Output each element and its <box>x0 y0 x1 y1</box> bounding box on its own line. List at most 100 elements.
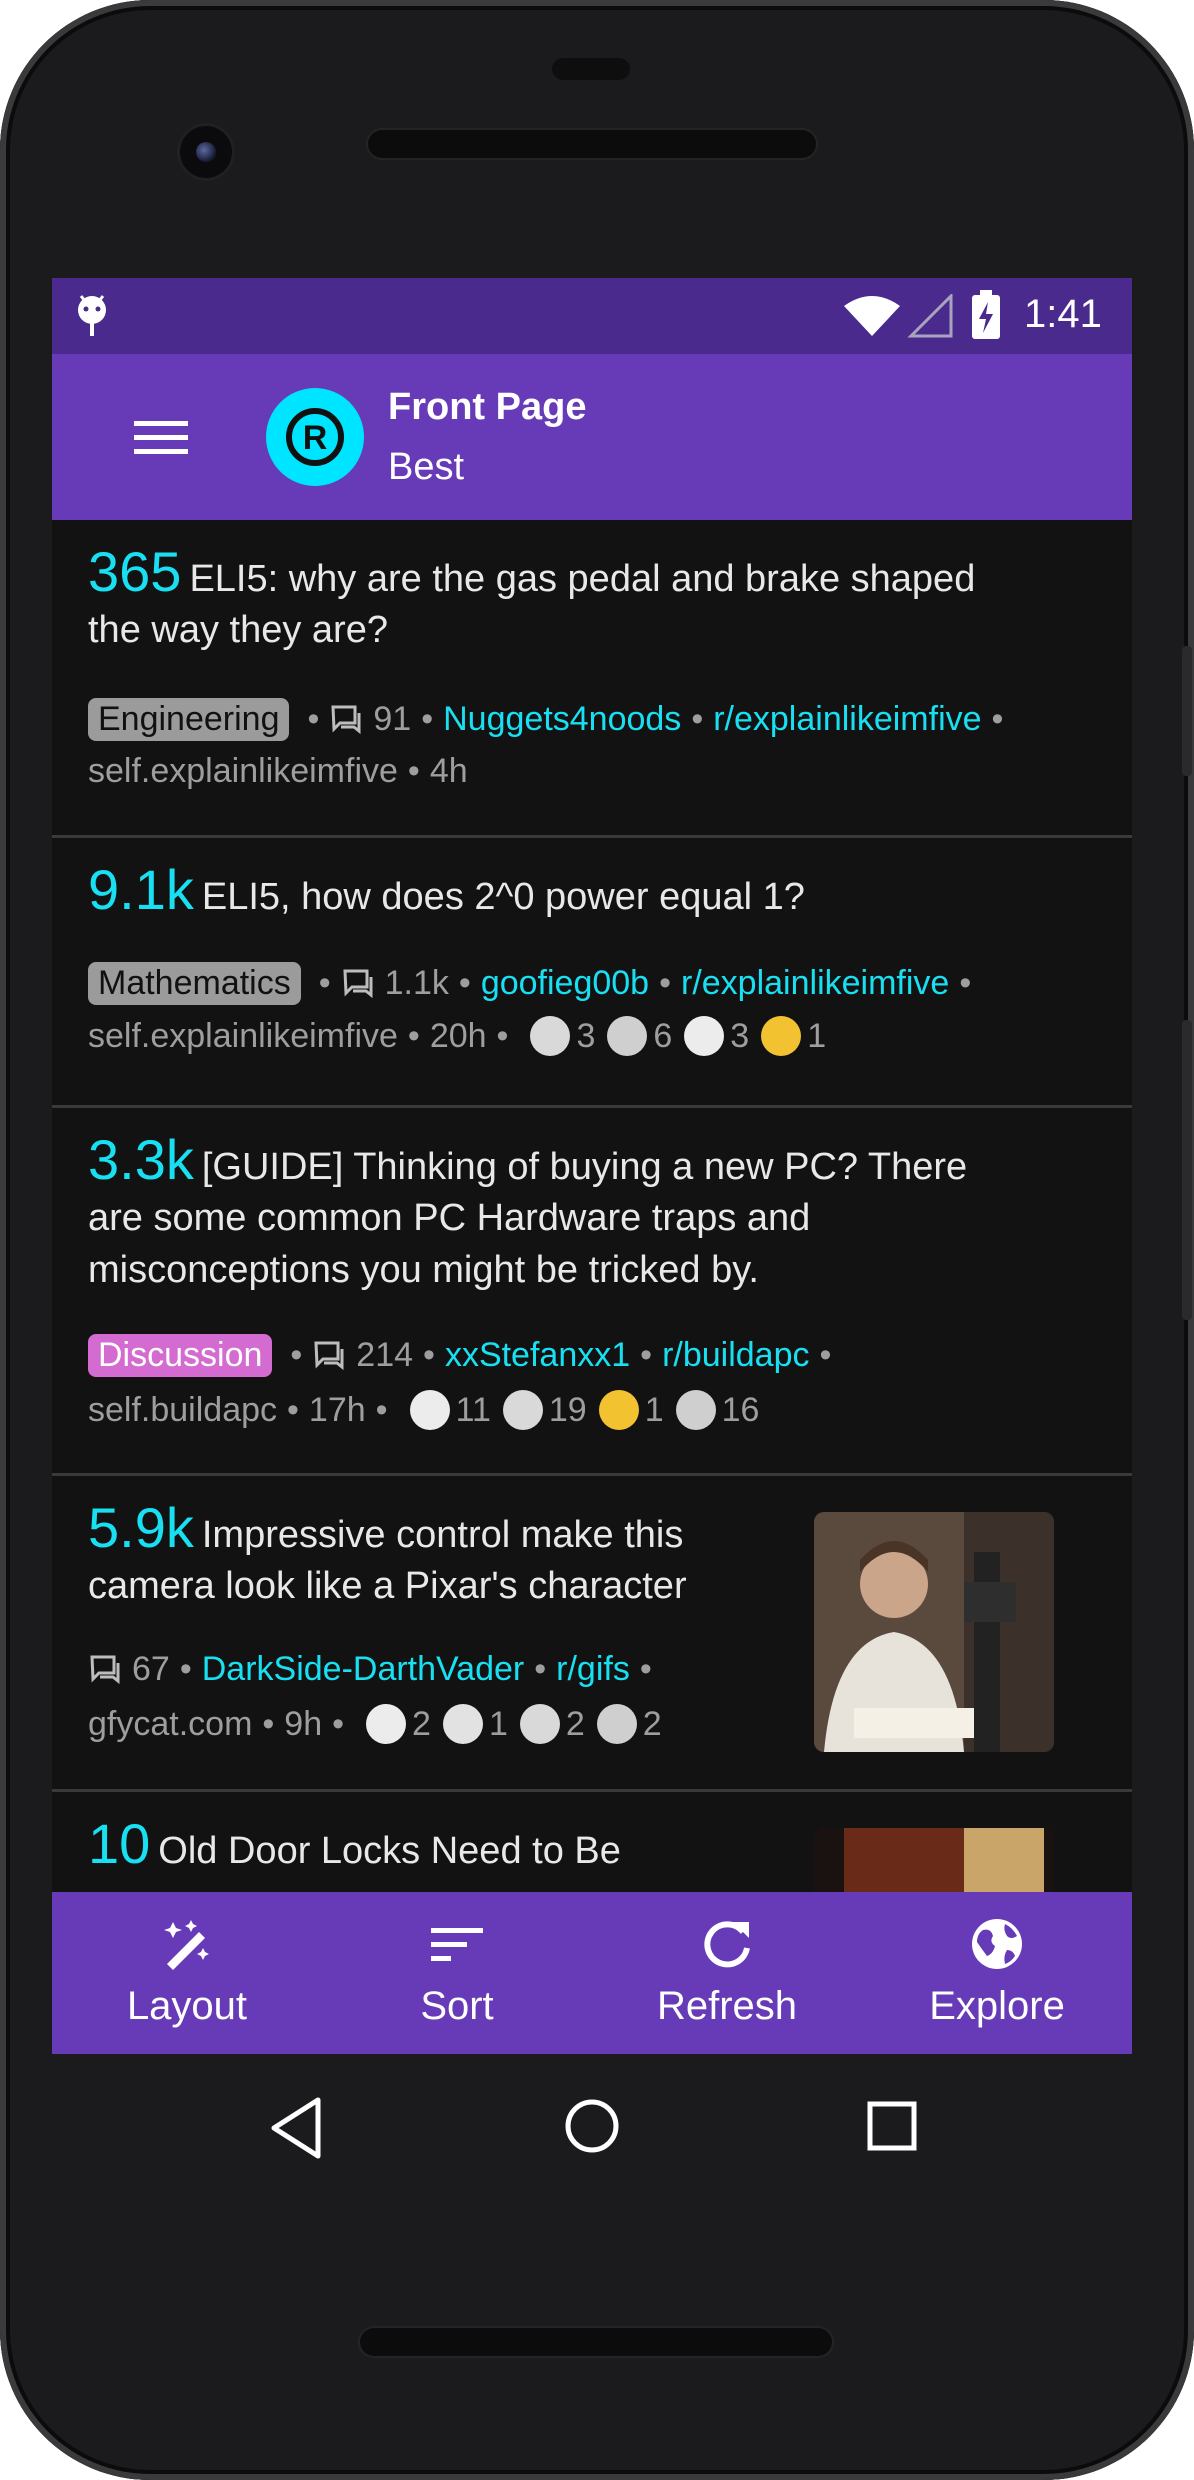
flair-badge: Mathematics <box>88 962 301 1005</box>
post-title-line-1[interactable]: 5.9k Impressive control make this <box>88 1500 684 1561</box>
nav-sort-button[interactable]: Sort <box>322 1892 592 2054</box>
post-domain[interactable]: self.explainlikeimfive <box>88 1017 398 1056</box>
comments-icon <box>343 969 373 998</box>
post-item[interactable]: 3.3k [GUIDE] Thinking of buying a new PC?… <box>52 1108 1132 1476</box>
wholesome-award-icon <box>409 1390 450 1430</box>
post-meta-line-2: gfycat.com • 9h • 2 1 2 2 <box>88 1704 662 1744</box>
post-title-line-1[interactable]: 3.3k [GUIDE] Thinking of buying a new PC?… <box>88 1132 968 1193</box>
award: 2 <box>596 1704 662 1744</box>
post-title: ELI5: why are the gas pedal and brake sh… <box>189 558 976 600</box>
app-logo[interactable]: R <box>266 388 364 486</box>
post-title-line-1[interactable]: 365 ELI5: why are the gas pedal and brake… <box>88 544 976 605</box>
home-icon[interactable] <box>562 2096 622 2156</box>
wand-icon <box>164 1920 209 1970</box>
post-title-line-2[interactable]: camera look like a Pixar's character <box>88 1560 687 1612</box>
nav-refresh-label: Refresh <box>656 1984 798 2028</box>
post-title-line-3[interactable]: misconceptions you might be tricked by. <box>88 1244 759 1296</box>
nav-explore-label: Explore <box>929 1984 1065 2028</box>
award: 11 <box>409 1390 491 1430</box>
post-subreddit[interactable]: r/explainlikeimfive <box>713 700 981 739</box>
post-feed[interactable]: 365 ELI5: why are the gas pedal and brake… <box>52 520 1132 1892</box>
sort-icon <box>431 1928 483 1961</box>
screen: 1:41 R Front Page Best 365ELI5: why are <box>52 278 1132 2054</box>
bottom-navigation: Layout Sort Refresh Explore <box>52 1892 1132 2054</box>
post-item[interactable]: 5.9k Impressive control make this camera … <box>52 1476 1132 1792</box>
post-author[interactable]: xxStefanxx1 <box>445 1336 630 1375</box>
post-author[interactable]: Nuggets4noods <box>443 700 681 739</box>
snoo-award-icon <box>442 1704 483 1744</box>
comment-count[interactable]: 1.1k <box>385 964 449 1003</box>
separator: • <box>307 700 320 738</box>
post-meta: 67 • DarkSide-DarthVader • r/gifs • <box>88 1650 662 1689</box>
post-title: [GUIDE] Thinking of buying a new PC? The… <box>201 1146 968 1188</box>
comments-icon <box>331 705 361 734</box>
recent-apps-icon[interactable] <box>866 2100 918 2152</box>
post-meta-line-2: self.explainlikeimfive • 4h <box>88 752 468 791</box>
globe-icon <box>972 1919 1022 1969</box>
app-bar: R Front Page Best <box>52 354 1132 520</box>
award: 1 <box>442 1704 508 1744</box>
nav-layout-button[interactable]: Layout <box>52 1892 322 2054</box>
award: 1 <box>761 1016 826 1056</box>
nav-explore-button[interactable]: Explore <box>862 1892 1132 2054</box>
sort-subtitle: Best <box>388 446 465 488</box>
battery-charging-icon <box>972 290 1000 339</box>
hamburger-menu-icon[interactable] <box>132 407 192 467</box>
post-title: Impressive control make this <box>201 1514 684 1556</box>
volume-button <box>1182 1020 1192 1320</box>
thumbnail-image <box>814 1828 1054 1892</box>
power-button <box>1182 646 1192 776</box>
post-title-line-2[interactable]: are some common PC Hardware traps and <box>88 1192 810 1244</box>
post-subreddit[interactable]: r/explainlikeimfive <box>681 964 949 1003</box>
post-subreddit[interactable]: r/gifs <box>556 1650 630 1689</box>
comment-count[interactable]: 91 <box>373 700 411 739</box>
post-item[interactable]: 10 Old Door Locks Need to Be <box>52 1792 1132 1892</box>
post-author[interactable]: DarkSide-DarthVader <box>202 1650 525 1689</box>
post-meta: Discussion • 214 • xxStefanxx1 • r/build… <box>88 1334 841 1377</box>
post-item[interactable]: 9.1k ELI5, how does 2^0 power equal 1? Ma… <box>52 838 1132 1108</box>
bottom-speaker <box>360 2328 832 2356</box>
silver-award-icon <box>530 1016 571 1056</box>
nav-refresh-button[interactable]: Refresh <box>592 1892 862 2054</box>
post-meta-line-2: self.buildapc • 17h • 11 19 1 16 <box>88 1390 760 1430</box>
silver-award-icon <box>519 1704 560 1744</box>
post-score: 10 <box>88 1812 151 1875</box>
award: 1 <box>598 1390 664 1430</box>
post-score: 9.1k <box>88 858 194 921</box>
back-icon[interactable] <box>268 2096 324 2160</box>
earpiece-speaker <box>368 130 816 158</box>
flair-badge: Engineering <box>88 698 290 741</box>
post-age: 20h <box>429 1016 487 1055</box>
comments-icon <box>314 1341 344 1370</box>
nav-sort-label: Sort <box>420 1984 494 2028</box>
post-meta: Mathematics • 1.1k • goofieg00b • r/expl… <box>88 962 981 1005</box>
post-age: 9h <box>284 1704 323 1743</box>
post-thumbnail[interactable] <box>814 1512 1054 1752</box>
front-camera <box>180 126 232 178</box>
comment-count[interactable]: 67 <box>132 1650 170 1689</box>
helpful-award-icon <box>607 1016 648 1056</box>
comments-icon <box>90 1655 120 1684</box>
post-domain[interactable]: gfycat.com <box>88 1705 252 1744</box>
post-title: Old Door Locks Need to Be <box>158 1830 621 1872</box>
post-thumbnail[interactable] <box>814 1828 1054 1892</box>
comment-count[interactable]: 214 <box>356 1336 413 1375</box>
post-item[interactable]: 365 ELI5: why are the gas pedal and brake… <box>52 520 1132 838</box>
award: 6 <box>607 1016 672 1056</box>
top-sensor <box>552 58 630 80</box>
award: 2 <box>519 1704 585 1744</box>
post-title-line-1[interactable]: 9.1k ELI5, how does 2^0 power equal 1? <box>88 862 805 923</box>
post-title-line-2[interactable]: the way they are? <box>88 604 388 656</box>
phone-frame: 1:41 R Front Page Best 365ELI5: why are <box>0 0 1194 2480</box>
post-score: 365 <box>88 540 182 603</box>
post-title-line-1[interactable]: 10 Old Door Locks Need to Be <box>88 1816 621 1877</box>
helpful-award-icon <box>675 1390 716 1430</box>
post-score: 3.3k <box>88 1128 194 1191</box>
wholesome-award-icon <box>366 1704 407 1744</box>
post-domain[interactable]: self.buildapc <box>88 1391 277 1430</box>
gold-award-icon <box>761 1016 802 1056</box>
post-subreddit[interactable]: r/buildapc <box>662 1336 809 1375</box>
helpful-award-icon <box>596 1704 637 1744</box>
post-author[interactable]: goofieg00b <box>481 964 649 1003</box>
post-domain[interactable]: self.explainlikeimfive <box>88 752 398 791</box>
